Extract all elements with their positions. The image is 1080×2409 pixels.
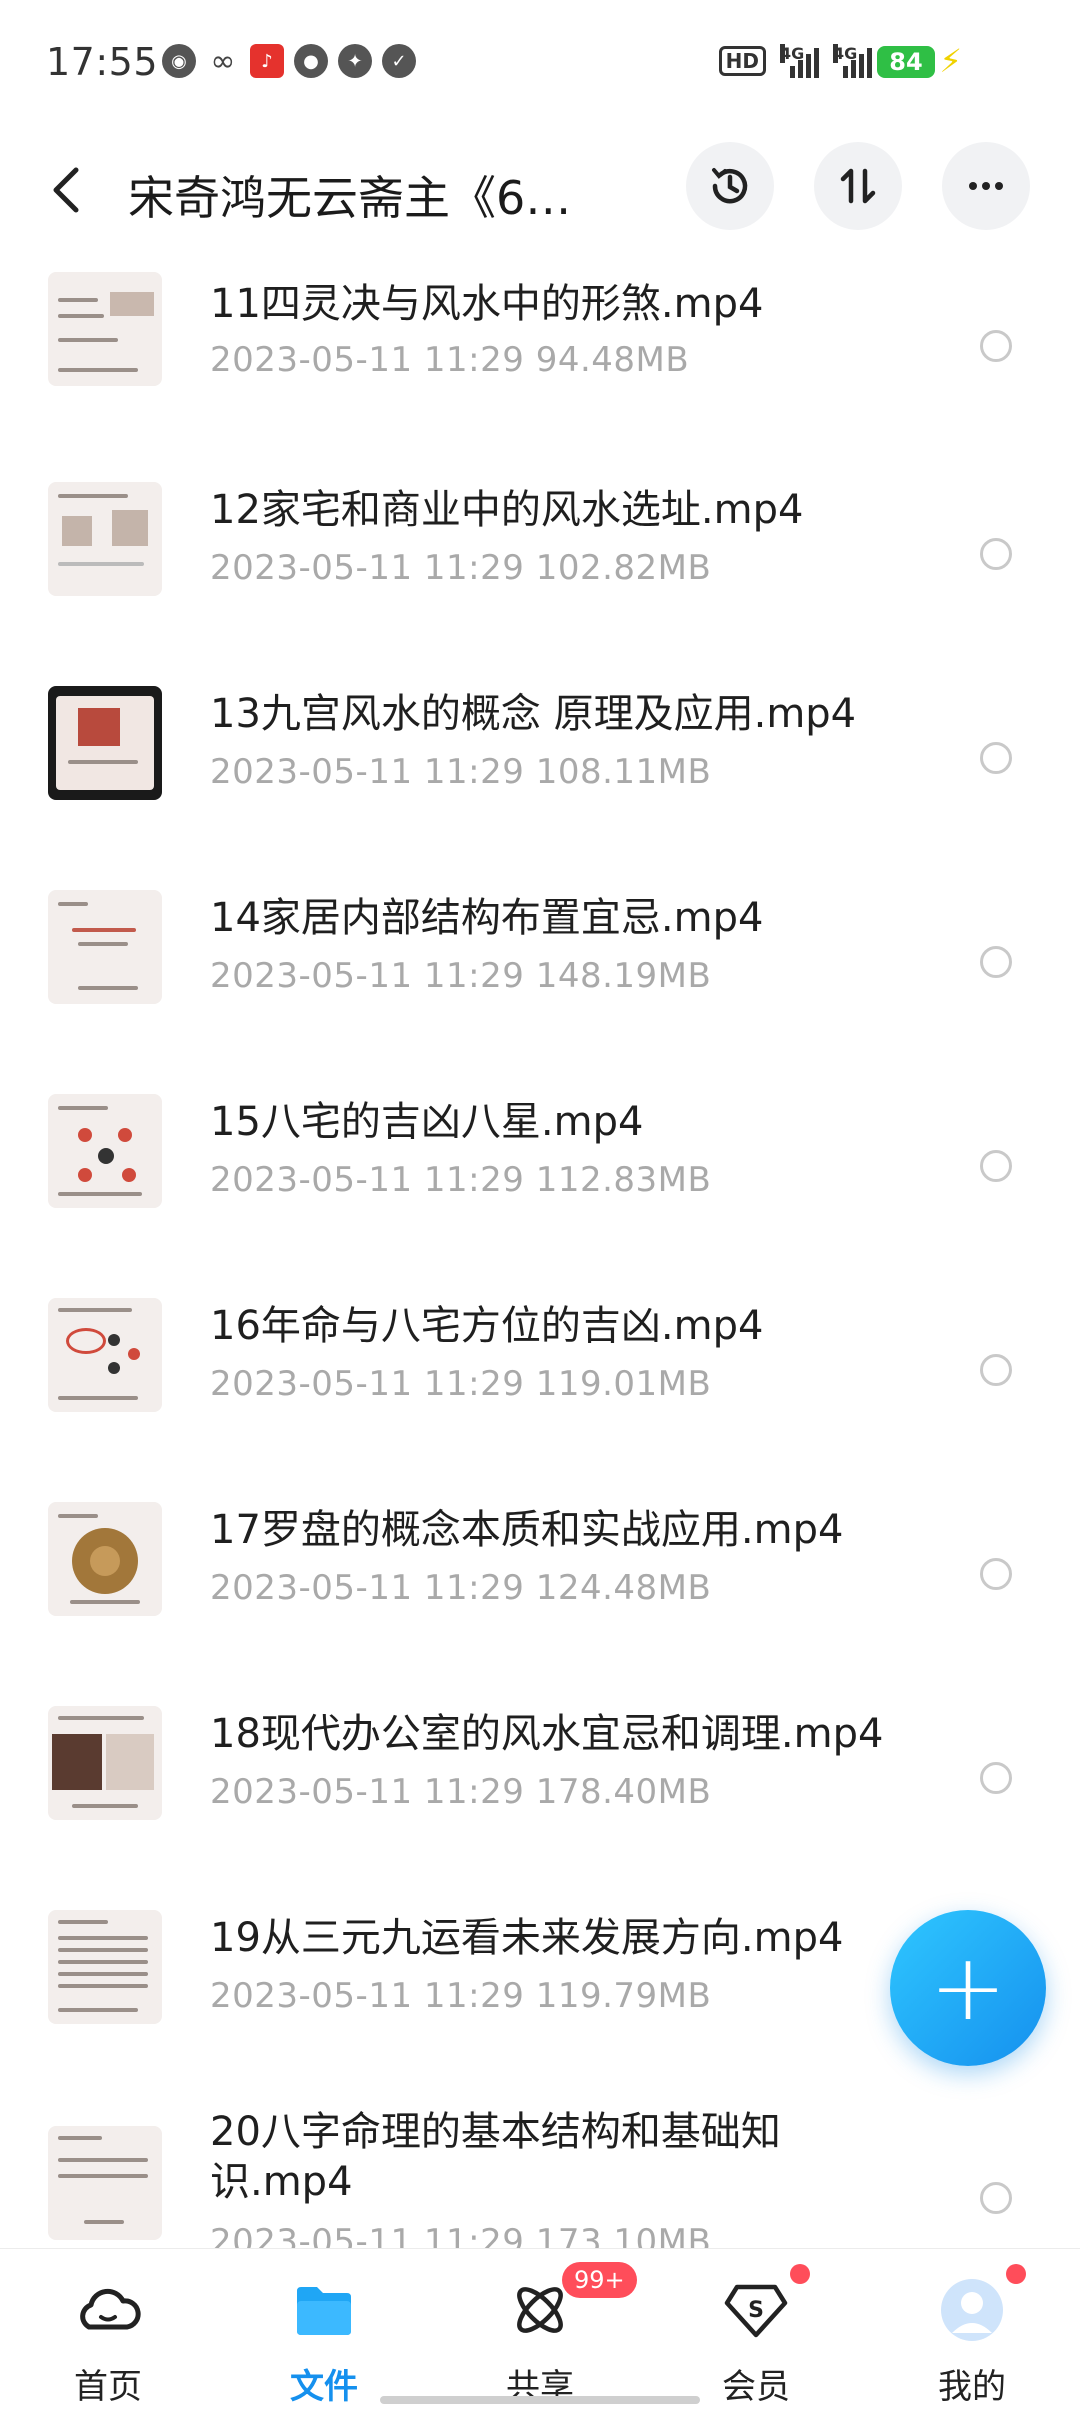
- select-checkbox[interactable]: [980, 1558, 1012, 1590]
- file-name: 12家宅和商业中的风水选址.mp4: [210, 487, 804, 533]
- plus-icon: +: [929, 1934, 1007, 2041]
- file-name: 19从三元九运看未来发展方向.mp4: [210, 1915, 844, 1961]
- sort-icon: [840, 168, 876, 204]
- video-thumbnail: [48, 272, 162, 386]
- nav-item-files[interactable]: 文件: [216, 2249, 432, 2409]
- list-item[interactable]: 17罗盘的概念本质和实战应用.mp4 2023-05-11 11:29 124.…: [0, 1502, 1080, 1708]
- vip-diamond-icon: S: [724, 2284, 788, 2338]
- file-name-line-2: 识.mp4: [210, 2159, 353, 2205]
- list-item[interactable]: 20八字命理的基本结构和基础知 识.mp4 2023-05-11 11:29 1…: [0, 2106, 1080, 2250]
- compass-notification-icon: ◉: [162, 44, 196, 78]
- svg-text:S: S: [748, 2298, 764, 2323]
- select-checkbox[interactable]: [980, 1354, 1012, 1386]
- home-indicator[interactable]: [380, 2396, 700, 2404]
- share-badge: 99+: [562, 2262, 637, 2298]
- notification-icons: ◉ ∞ ♪ ● ✦ ✓: [162, 43, 416, 79]
- video-thumbnail: [48, 1706, 162, 1820]
- cat-notification-icon: ✦: [338, 44, 372, 78]
- nav-item-home[interactable]: 首页: [0, 2249, 216, 2409]
- status-time: 17:55: [46, 40, 159, 84]
- back-icon[interactable]: [50, 166, 82, 214]
- video-thumbnail: [48, 1094, 162, 1208]
- file-name: 18现代办公室的风水宜忌和调理.mp4: [210, 1711, 884, 1757]
- file-name: 14家居内部结构布置宜忌.mp4: [210, 895, 764, 941]
- list-item[interactable]: 15八宅的吉凶八星.mp4 2023-05-11 11:29 112.83MB: [0, 1094, 1080, 1300]
- file-meta: 2023-05-11 11:29 119.01MB: [210, 1364, 712, 1404]
- video-thumbnail: [48, 1910, 162, 2024]
- add-button[interactable]: +: [890, 1910, 1046, 2066]
- video-thumbnail: [48, 2126, 162, 2240]
- file-name: 16年命与八宅方位的吉凶.mp4: [210, 1303, 764, 1349]
- select-checkbox[interactable]: [980, 946, 1012, 978]
- home-cloud-icon: [80, 2288, 141, 2330]
- select-checkbox[interactable]: [980, 2182, 1012, 2214]
- hd-icon: HD: [718, 46, 766, 76]
- list-item[interactable]: 13九宫风水的概念 原理及应用.mp4 2023-05-11 11:29 108…: [0, 686, 1080, 892]
- select-checkbox[interactable]: [980, 1762, 1012, 1794]
- file-meta: 2023-05-11 11:29 108.11MB: [210, 752, 712, 792]
- check-notification-icon: ✓: [382, 44, 416, 78]
- file-meta: 2023-05-11 11:29 102.82MB: [210, 548, 712, 588]
- file-name: 15八宅的吉凶八星.mp4: [210, 1099, 644, 1145]
- file-name: 13九宫风水的概念 原理及应用.mp4: [210, 691, 857, 737]
- video-thumbnail: [48, 686, 162, 800]
- file-name: 11四灵决与风水中的形煞.mp4: [210, 281, 764, 327]
- history-button[interactable]: [686, 142, 774, 230]
- nav-item-vip[interactable]: S 会员: [648, 2249, 864, 2409]
- list-item[interactable]: 18现代办公室的风水宜忌和调理.mp4 2023-05-11 11:29 178…: [0, 1706, 1080, 1912]
- video-thumbnail: [48, 482, 162, 596]
- file-meta: 2023-05-11 11:29 173.10MB: [210, 2222, 712, 2250]
- signal-icon-2: 4G: [833, 44, 872, 78]
- page-title: 宋奇鸿无云斋主《6…: [128, 171, 572, 225]
- bottom-nav: 首页 文件 共享 S 会员 我的: [0, 2248, 1080, 2409]
- file-name-line-1: 20八字命理的基本结构和基础知: [210, 2109, 781, 2155]
- app-notification-icon: ♪: [250, 44, 284, 78]
- link-notification-icon: ∞: [210, 43, 236, 79]
- select-checkbox[interactable]: [980, 538, 1012, 570]
- more-button[interactable]: [942, 142, 1030, 230]
- list-item[interactable]: 14家居内部结构布置宜忌.mp4 2023-05-11 11:29 148.19…: [0, 890, 1080, 1096]
- select-checkbox[interactable]: [980, 330, 1012, 362]
- top-bar: 宋奇鸿无云斋主《6…: [0, 130, 1080, 250]
- list-item[interactable]: 12家宅和商业中的风水选址.mp4 2023-05-11 11:29 102.8…: [0, 482, 1080, 688]
- list-item[interactable]: 11四灵决与风水中的形煞.mp4 2023-05-11 11:29 94.48M…: [0, 272, 1080, 484]
- sort-button[interactable]: [814, 142, 902, 230]
- file-name: 17罗盘的概念本质和实战应用.mp4: [210, 1507, 844, 1553]
- file-meta: 2023-05-11 11:29 124.48MB: [210, 1568, 712, 1608]
- history-icon: [712, 168, 748, 204]
- file-meta: 2023-05-11 11:29 178.40MB: [210, 1772, 712, 1812]
- charging-icon: ⚡: [939, 42, 962, 80]
- file-meta: 2023-05-11 11:29 119.79MB: [210, 1976, 712, 2016]
- battery-icon: 84: [877, 46, 935, 78]
- vip-notification-dot: [790, 2264, 810, 2284]
- signal-icon-1: 4G: [780, 44, 819, 78]
- file-meta: 2023-05-11 11:29 112.83MB: [210, 1160, 712, 1200]
- avatar-icon: [941, 2279, 1003, 2341]
- more-icon: [969, 182, 1003, 190]
- file-meta: 2023-05-11 11:29 148.19MB: [210, 956, 712, 996]
- select-checkbox[interactable]: [980, 742, 1012, 774]
- status-bar: 17:55 ◉ ∞ ♪ ● ✦ ✓ HD 4G 4G 84 ⚡: [0, 0, 1080, 120]
- video-thumbnail: [48, 1502, 162, 1616]
- video-thumbnail: [48, 1298, 162, 1412]
- list-item[interactable]: 16年命与八宅方位的吉凶.mp4 2023-05-11 11:29 119.01…: [0, 1298, 1080, 1504]
- message-notification-icon: ●: [294, 44, 328, 78]
- nav-item-me[interactable]: 我的: [864, 2249, 1080, 2409]
- folder-icon: [297, 2287, 351, 2335]
- video-thumbnail: [48, 890, 162, 1004]
- file-meta: 2023-05-11 11:29 94.48MB: [210, 340, 690, 380]
- me-notification-dot: [1006, 2264, 1026, 2284]
- select-checkbox[interactable]: [980, 1150, 1012, 1182]
